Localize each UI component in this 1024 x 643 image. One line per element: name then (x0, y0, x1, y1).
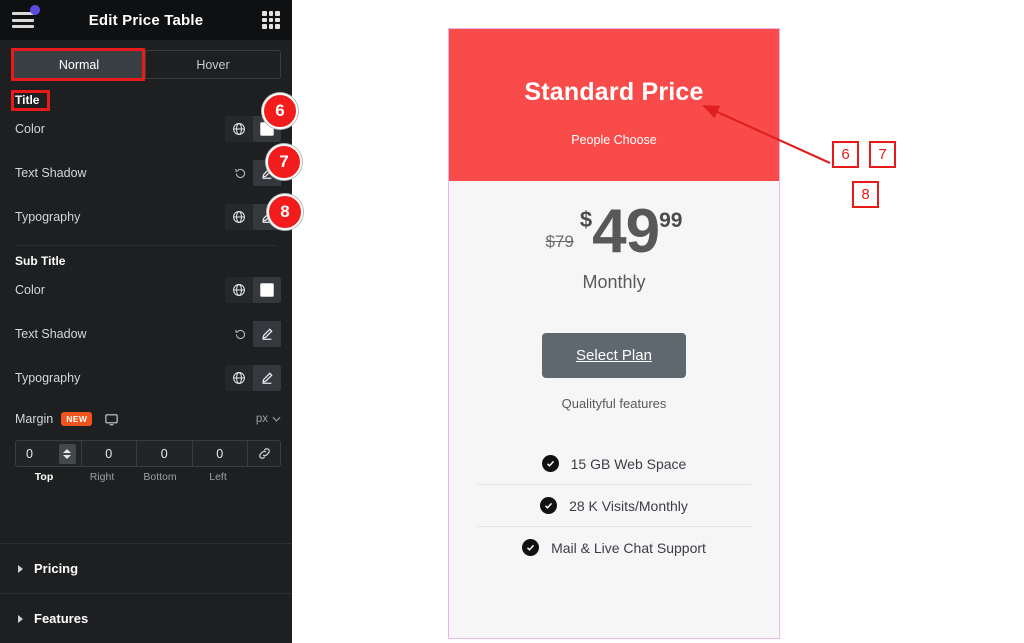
check-circle-icon (540, 497, 558, 515)
state-tabs-wrap: Normal Hover (0, 40, 292, 79)
hamburger-icon[interactable] (12, 5, 40, 28)
control-label: Color (15, 122, 45, 136)
margin-right-label: Right (89, 471, 115, 483)
accordion-features[interactable]: Features (0, 593, 292, 643)
feature-label: 15 GB Web Space (570, 455, 687, 472)
price-cents: 99 (659, 209, 683, 232)
reset-icon[interactable] (227, 321, 253, 347)
accordion-label: Features (34, 611, 89, 626)
section-label-title: Title (15, 93, 40, 107)
control-label: Color (15, 283, 45, 297)
margin-bottom-input[interactable] (137, 446, 192, 461)
margin-label: Margin (15, 412, 54, 426)
desktop-icon[interactable] (104, 412, 119, 427)
link-icon[interactable] (247, 440, 281, 467)
control-subtitle-color: Color (0, 268, 292, 312)
list-item: 28 K Visits/Monthly (477, 485, 751, 528)
original-price: $79 (545, 231, 574, 251)
plan-button-wrap: Select Plan (449, 333, 779, 379)
margin-bottom-field[interactable] (136, 440, 192, 467)
reset-icon[interactable] (227, 160, 253, 186)
currency-symbol: $ (579, 207, 593, 232)
margin-left-label: Left (209, 471, 227, 483)
margin-labels: Top Right Bottom Left (0, 467, 292, 483)
margin-header: Margin NEW px (0, 406, 292, 432)
control-label: Typography (15, 371, 81, 385)
margin-top-label: Top (34, 471, 54, 483)
tab-hover[interactable]: Hover (146, 51, 280, 78)
feature-label: 28 K Visits/Monthly (569, 497, 688, 514)
editor-canvas: Standard Price People Choose $79 $ 49 99… (292, 0, 1024, 643)
accordion-label: Pricing (34, 561, 79, 576)
notification-dot-icon (30, 5, 40, 15)
margin-left-field[interactable] (191, 440, 247, 467)
state-tabs: Normal Hover (11, 50, 281, 79)
margin-right-field[interactable] (80, 440, 136, 467)
control-title-text-shadow: Text Shadow (0, 151, 292, 195)
annotation-circle-8: 8 (267, 194, 303, 230)
edit-pencil-icon[interactable] (253, 365, 281, 391)
divider (15, 245, 277, 246)
panel-title: Edit Price Table (88, 11, 204, 29)
margin-right-input[interactable] (81, 446, 136, 461)
annotation-box-6: 6 (832, 141, 859, 168)
annotation-circle-7: 7 (266, 144, 302, 180)
globe-icon[interactable] (225, 365, 253, 391)
margin-fields (0, 432, 292, 467)
control-label: Text Shadow (15, 327, 87, 341)
annotation-box-8: 8 (852, 181, 879, 208)
margin-left-input[interactable] (192, 446, 247, 461)
control-title-color: Color (0, 107, 292, 151)
price-block: $79 $ 49 99 (449, 181, 779, 266)
editor-panel: Edit Price Table Normal Hover Title Colo… (0, 0, 292, 643)
unit-value: px (255, 413, 268, 425)
panel-header: Edit Price Table (0, 0, 292, 40)
color-swatch-button[interactable] (253, 277, 281, 303)
annotation-box-7: 7 (869, 141, 896, 168)
edit-pencil-icon[interactable] (253, 321, 281, 347)
feature-label: Mail & Live Chat Support (551, 539, 706, 556)
color-swatch (260, 283, 274, 297)
price-table-widget[interactable]: Standard Price People Choose $79 $ 49 99… (448, 28, 780, 639)
list-item: 15 GB Web Space (477, 443, 751, 486)
grid-apps-icon[interactable] (262, 11, 280, 29)
button-footer-note: Qualityful features (561, 396, 667, 412)
new-badge: NEW (61, 412, 93, 426)
margin-top-field[interactable] (15, 440, 81, 467)
check-circle-icon (541, 455, 559, 473)
annotation-circle-6: 6 (262, 93, 298, 129)
features-list: 15 GB Web Space 28 K Visits/Monthly Mail… (449, 443, 779, 568)
caret-right-icon (18, 614, 23, 623)
control-subtitle-text-shadow: Text Shadow (0, 312, 292, 356)
screen-root: Edit Price Table Normal Hover Title Colo… (0, 0, 1024, 643)
control-title-typography: Typography (0, 195, 292, 239)
globe-icon[interactable] (225, 204, 253, 230)
globe-icon[interactable] (225, 116, 253, 142)
price-card-subtitle: People Choose (571, 132, 657, 147)
price-period: Monthly (582, 272, 646, 293)
margin-bottom-label: Bottom (143, 471, 177, 483)
tab-normal[interactable]: Normal (12, 51, 146, 78)
unit-selector[interactable]: px (256, 413, 281, 425)
price-card-header: Standard Price People Choose (449, 29, 779, 181)
spinner-icon[interactable] (58, 444, 76, 464)
price-amount: 49 (592, 197, 660, 266)
caret-right-icon (18, 564, 23, 573)
list-item: Mail & Live Chat Support (477, 527, 751, 568)
check-circle-icon (522, 539, 540, 557)
globe-icon[interactable] (225, 277, 253, 303)
control-subtitle-typography: Typography (0, 356, 292, 400)
control-label: Text Shadow (15, 166, 87, 180)
select-plan-button[interactable]: Select Plan (542, 333, 686, 379)
price-card-title: Standard Price (524, 77, 704, 106)
section-label-sub-title: Sub Title (15, 254, 66, 268)
accordion-pricing[interactable]: Pricing (0, 543, 292, 593)
control-label: Typography (15, 210, 81, 224)
